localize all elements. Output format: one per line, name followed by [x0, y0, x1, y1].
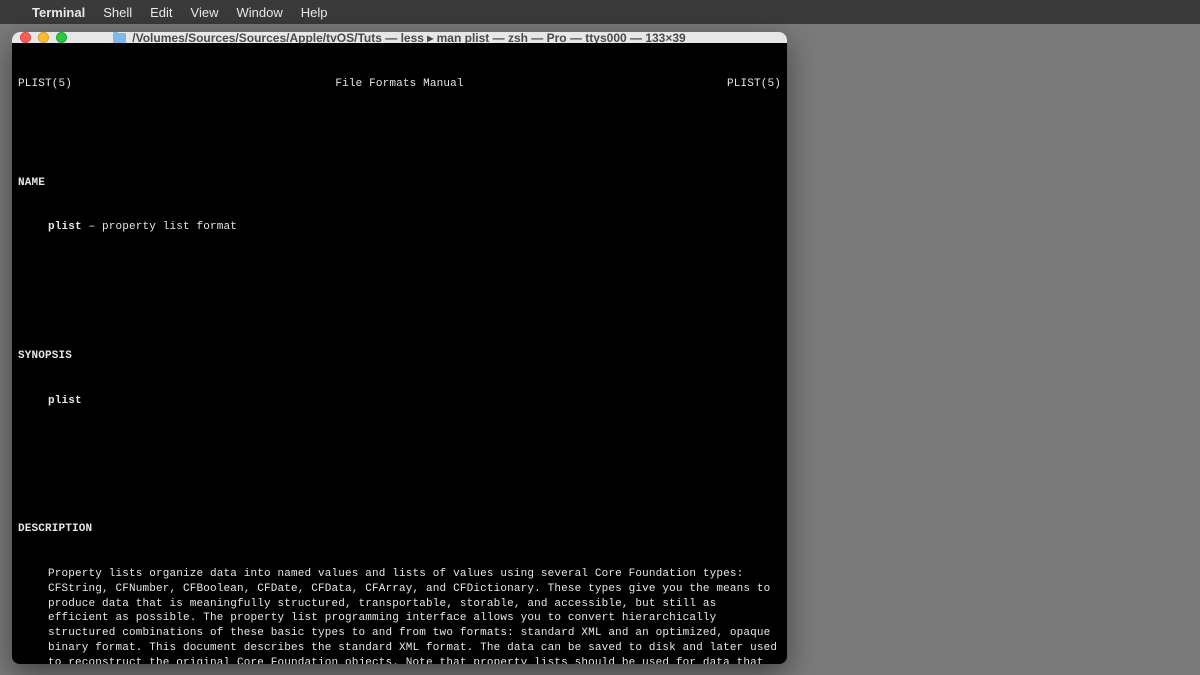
synopsis-line: plist — [18, 394, 781, 409]
manpage-header: PLIST(5) File Formats Manual PLIST(5) — [18, 77, 781, 92]
window-titlebar[interactable]: /Volumes/Sources/Sources/Apple/tvOS/Tuts… — [12, 32, 787, 43]
manpage-header-center: File Formats Manual — [335, 77, 463, 92]
terminal-window: /Volumes/Sources/Sources/Apple/tvOS/Tuts… — [12, 32, 787, 664]
minimize-button[interactable] — [38, 32, 49, 43]
folder-icon — [113, 33, 126, 43]
menu-help[interactable]: Help — [301, 5, 328, 20]
terminal-content[interactable]: PLIST(5) File Formats Manual PLIST(5) NA… — [12, 43, 787, 664]
manpage-header-left: PLIST(5) — [18, 77, 72, 92]
menu-edit[interactable]: Edit — [150, 5, 172, 20]
app-menu[interactable]: Terminal — [32, 5, 85, 20]
manpage-header-right: PLIST(5) — [727, 77, 781, 92]
section-synopsis-heading: SYNOPSIS — [18, 349, 781, 364]
menu-view[interactable]: View — [191, 5, 219, 20]
section-name-heading: NAME — [18, 176, 781, 191]
description-p1: Property lists organize data into named … — [18, 567, 781, 664]
section-description-heading: DESCRIPTION — [18, 522, 781, 537]
menu-shell[interactable]: Shell — [103, 5, 132, 20]
menu-window[interactable]: Window — [237, 5, 283, 20]
macos-menubar: Terminal Shell Edit View Window Help — [0, 0, 1200, 24]
traffic-lights — [20, 32, 67, 43]
zoom-button[interactable] — [56, 32, 67, 43]
name-cmd: plist — [48, 221, 82, 233]
name-rest: – property list format — [82, 221, 237, 233]
name-line: plist – property list format — [18, 220, 781, 235]
close-button[interactable] — [20, 32, 31, 43]
